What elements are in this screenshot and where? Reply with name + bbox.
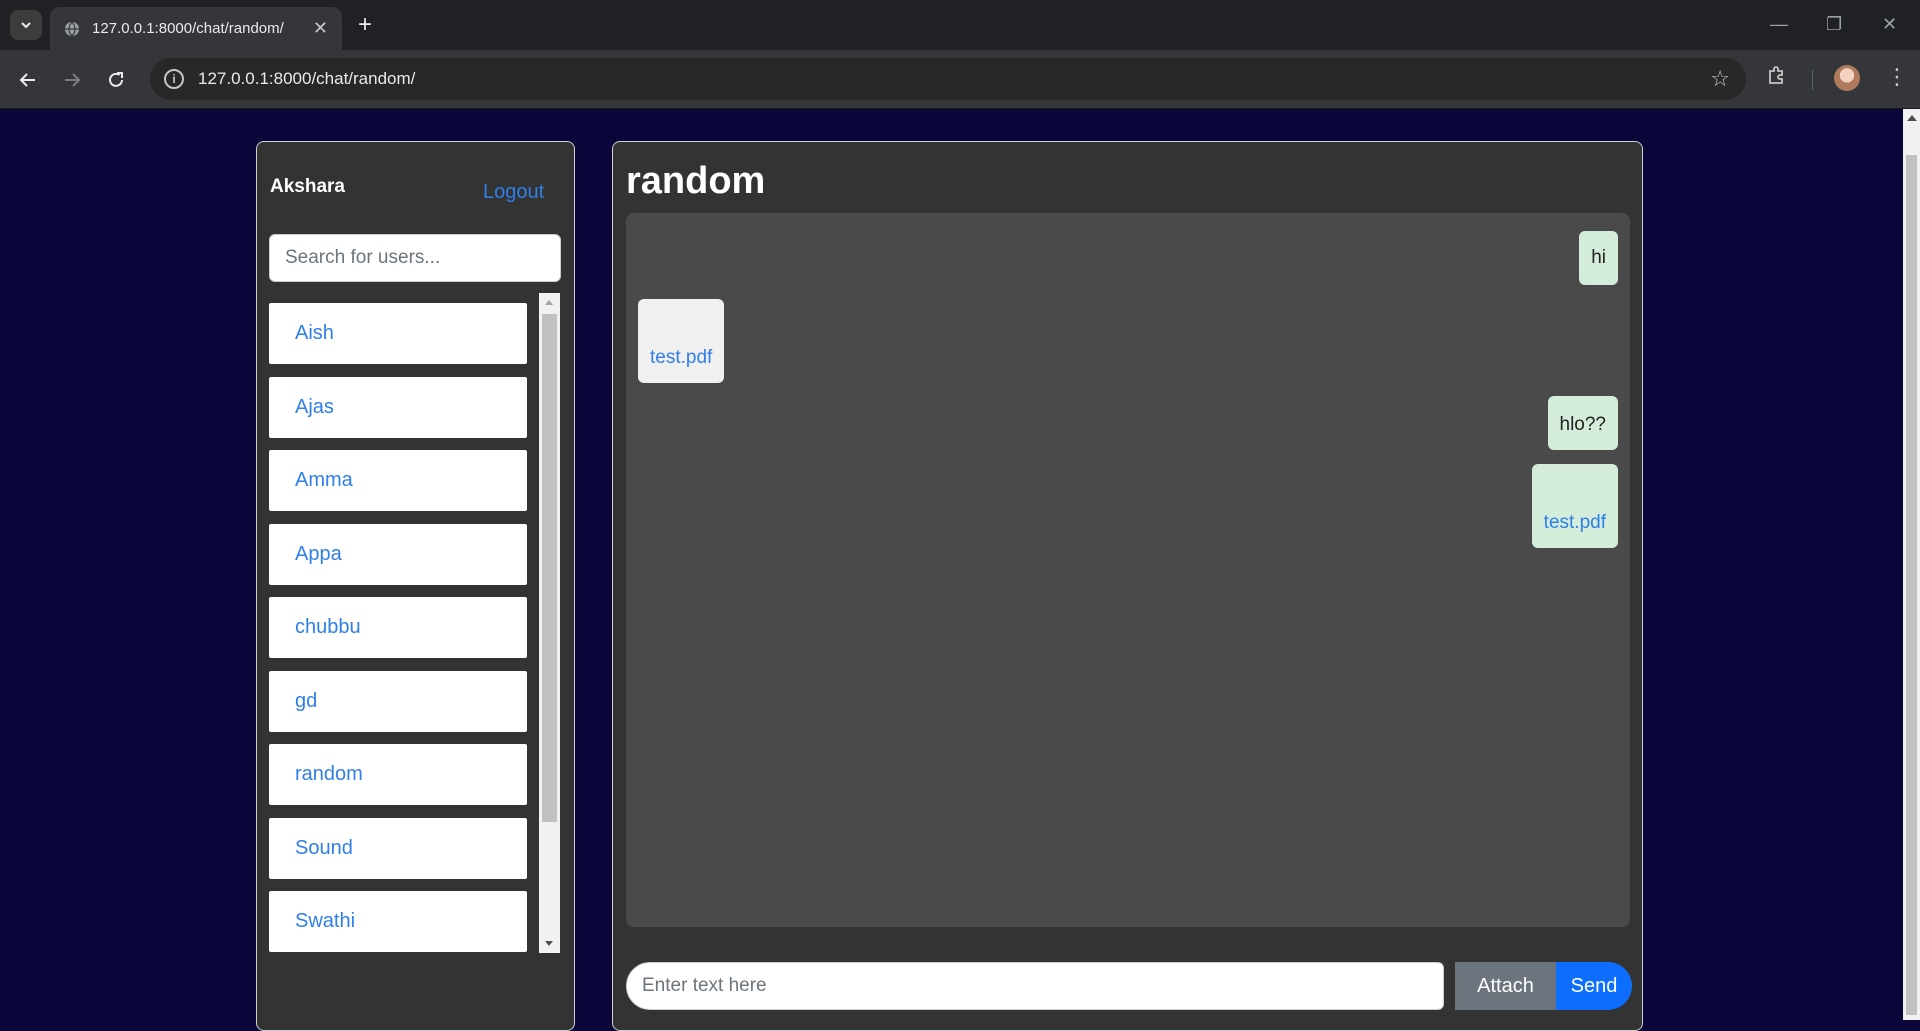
user-list-item[interactable]: Appa bbox=[269, 523, 527, 585]
current-user-name: Akshara bbox=[270, 176, 345, 197]
scroll-down-icon[interactable] bbox=[545, 941, 553, 946]
user-list-item[interactable]: chubbu bbox=[269, 597, 527, 658]
user-list-item[interactable]: gd bbox=[269, 670, 527, 732]
new-tab-button[interactable]: + bbox=[352, 11, 378, 38]
browser-tab[interactable]: 127.0.0.1:8000/chat/random/ ✕ bbox=[50, 7, 342, 50]
message-bubble: hi bbox=[1579, 231, 1618, 285]
extensions-icon[interactable] bbox=[1766, 64, 1788, 92]
minimize-icon[interactable]: — bbox=[1770, 14, 1788, 35]
message-input[interactable] bbox=[626, 962, 1444, 1010]
message-text: hlo?? bbox=[1559, 414, 1607, 435]
user-list-item[interactable]: Ajas bbox=[269, 376, 527, 438]
reload-icon[interactable] bbox=[102, 66, 130, 94]
user-search-input[interactable] bbox=[269, 234, 561, 282]
send-button[interactable]: Send bbox=[1556, 962, 1632, 1010]
page: Akshara Logout Aish Ajas Amma Appa chubbu gd r… bbox=[0, 109, 1920, 1031]
restore-icon[interactable]: ❐ bbox=[1826, 14, 1842, 35]
chat-panel: random hi test.pdf hlo?? test.pdf Attach… bbox=[612, 141, 1643, 1031]
message-text: hi bbox=[1591, 247, 1606, 268]
tab-search-button[interactable] bbox=[10, 10, 42, 40]
message-bubble: hlo?? bbox=[1547, 396, 1618, 450]
address-bar[interactable]: i 127.0.0.1:8000/chat/random/ ☆ bbox=[150, 58, 1746, 100]
user-list-item[interactable]: Amma bbox=[269, 450, 527, 511]
bookmark-star-icon[interactable]: ☆ bbox=[1710, 66, 1730, 92]
window-close-icon[interactable]: ✕ bbox=[1882, 14, 1897, 35]
globe-icon bbox=[65, 21, 79, 36]
user-list-item[interactable]: Sound bbox=[269, 817, 527, 879]
attach-button[interactable]: Attach bbox=[1455, 962, 1556, 1010]
close-tab-icon[interactable]: ✕ bbox=[313, 18, 328, 39]
address-url[interactable]: 127.0.0.1:8000/chat/random/ bbox=[198, 69, 415, 89]
user-list: Aish Ajas Amma Appa chubbu gd random Sound Swath… bbox=[269, 303, 532, 953]
chevron-down-icon bbox=[21, 22, 31, 29]
message-bubble: test.pdf bbox=[1531, 464, 1618, 548]
site-info-icon[interactable]: i bbox=[164, 69, 184, 89]
toolbar-divider bbox=[1812, 70, 1813, 90]
browser-tabbar: 127.0.0.1:8000/chat/random/ ✕ + — ❐ ✕ bbox=[0, 0, 1920, 50]
file-attachment-link[interactable]: test.pdf bbox=[650, 347, 712, 369]
page-scroll-thumb[interactable] bbox=[1906, 155, 1917, 1015]
scroll-up-icon[interactable] bbox=[545, 300, 553, 305]
profile-avatar[interactable] bbox=[1834, 65, 1860, 91]
page-scrollbar[interactable] bbox=[1903, 109, 1920, 1020]
user-list-item[interactable]: Swathi bbox=[269, 891, 527, 952]
scroll-up-icon[interactable] bbox=[1907, 115, 1917, 121]
back-icon[interactable] bbox=[14, 66, 42, 94]
message-list: hi test.pdf hlo?? test.pdf bbox=[626, 213, 1630, 927]
sidebar: Akshara Logout Aish Ajas Amma Appa chubbu gd r… bbox=[256, 141, 575, 1031]
more-menu-icon[interactable]: ⋮ bbox=[1886, 64, 1908, 90]
user-list-scrollbar[interactable] bbox=[539, 293, 560, 953]
user-list-item[interactable]: Aish bbox=[269, 303, 527, 364]
chat-title: random bbox=[626, 160, 766, 202]
browser-toolbar: i 127.0.0.1:8000/chat/random/ ☆ ⋮ bbox=[0, 50, 1920, 109]
logout-link[interactable]: Logout bbox=[483, 181, 544, 204]
file-attachment-link[interactable]: test.pdf bbox=[1544, 512, 1606, 534]
forward-icon[interactable] bbox=[58, 66, 86, 94]
user-list-item[interactable]: random bbox=[269, 744, 527, 805]
message-bubble: test.pdf bbox=[638, 299, 725, 383]
tab-title: 127.0.0.1:8000/chat/random/ bbox=[92, 20, 284, 37]
user-list-scroll-thumb[interactable] bbox=[542, 314, 557, 822]
